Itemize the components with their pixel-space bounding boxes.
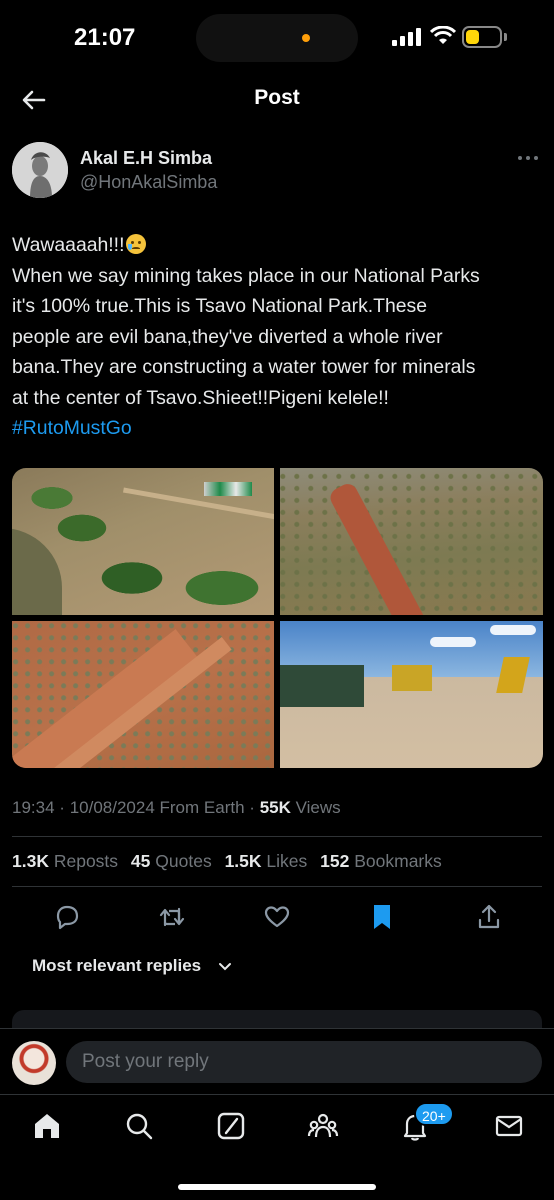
media-grid xyxy=(12,468,543,768)
post-line: When we say mining takes place in our Na… xyxy=(12,264,480,287)
divider xyxy=(12,836,542,837)
media-aerial-trench[interactable] xyxy=(12,621,274,768)
media-aerial-river[interactable] xyxy=(12,468,274,615)
reply-icon[interactable] xyxy=(50,900,84,934)
post-author: Akal E.H Simba @HonAkalSimba xyxy=(12,142,542,200)
reply-composer xyxy=(0,1028,554,1094)
recording-dot-icon xyxy=(302,34,310,42)
replies-sort-dropdown[interactable]: Most relevant replies xyxy=(32,956,232,976)
post-line: Wawaaaah!!! xyxy=(12,230,544,261)
quotes-stat[interactable]: 45 Quotes xyxy=(131,851,212,871)
post-time: 19:34 xyxy=(12,798,55,817)
media-aerial-track[interactable] xyxy=(280,468,543,615)
user-avatar[interactable] xyxy=(12,1041,56,1085)
bookmark-icon[interactable] xyxy=(365,900,399,934)
bookmarks-stat[interactable]: 152 Bookmarks xyxy=(320,851,442,871)
share-icon[interactable] xyxy=(472,900,506,934)
home-icon[interactable] xyxy=(30,1109,64,1143)
divider xyxy=(12,886,542,887)
chevron-down-icon xyxy=(218,962,231,970)
dynamic-island xyxy=(196,14,358,62)
post-line: it's 100% true.This is Tsavo National Pa… xyxy=(12,295,428,317)
engagement-stats: 1.3K Reposts 45 Quotes 1.5K Likes 152 Bo… xyxy=(12,851,450,872)
more-options-icon[interactable] xyxy=(516,150,540,166)
post-line: at the center of Tsavo.Shieet!!Pigeni ke… xyxy=(12,386,389,409)
author-handle[interactable]: @HonAkalSimba xyxy=(80,172,217,193)
battery-icon xyxy=(462,26,502,48)
likes-stat[interactable]: 1.5K Likes xyxy=(225,851,308,871)
action-bar xyxy=(0,900,554,934)
communities-icon[interactable] xyxy=(306,1109,340,1143)
home-indicator xyxy=(178,1184,376,1190)
reply-input[interactable] xyxy=(66,1041,542,1083)
reposts-stat[interactable]: 1.3K Reposts xyxy=(12,851,118,871)
crying-face-emoji-icon xyxy=(126,234,147,254)
post-date: 10/08/2024 xyxy=(69,798,155,817)
post-line: people are evil bana,they've diverted a … xyxy=(12,325,443,348)
post-line: bana.They are constructing a water tower… xyxy=(12,356,476,378)
grok-icon[interactable] xyxy=(214,1109,248,1143)
hashtag-link[interactable]: #RutoMustGo xyxy=(12,417,132,439)
author-avatar[interactable] xyxy=(12,142,68,198)
status-time: 21:07 xyxy=(74,24,136,51)
views-count: 55K xyxy=(259,798,291,817)
views-label: Views xyxy=(295,798,341,817)
post-source: From Earth xyxy=(159,798,245,817)
post-header: Post xyxy=(0,76,554,124)
notification-badge: 20+ xyxy=(414,1102,454,1126)
like-icon[interactable] xyxy=(260,900,294,934)
repost-icon[interactable] xyxy=(155,900,189,934)
status-bar: 21:07 xyxy=(0,0,554,76)
messages-icon[interactable] xyxy=(492,1109,526,1143)
post-body: Wawaaaah!!! When we say mining takes pla… xyxy=(12,230,544,444)
post-meta: 19:34 · 10/08/2024 From Earth · 55K View… xyxy=(12,798,341,817)
author-name[interactable]: Akal E.H Simba xyxy=(80,148,212,169)
cellular-signal-icon xyxy=(392,28,422,46)
media-construction-site[interactable] xyxy=(280,621,543,768)
statue-portrait-icon xyxy=(12,142,68,198)
wifi-icon xyxy=(430,26,456,44)
search-icon[interactable] xyxy=(122,1109,156,1143)
replies-sort-label: Most relevant replies xyxy=(32,956,202,975)
page-title: Post xyxy=(254,86,300,109)
